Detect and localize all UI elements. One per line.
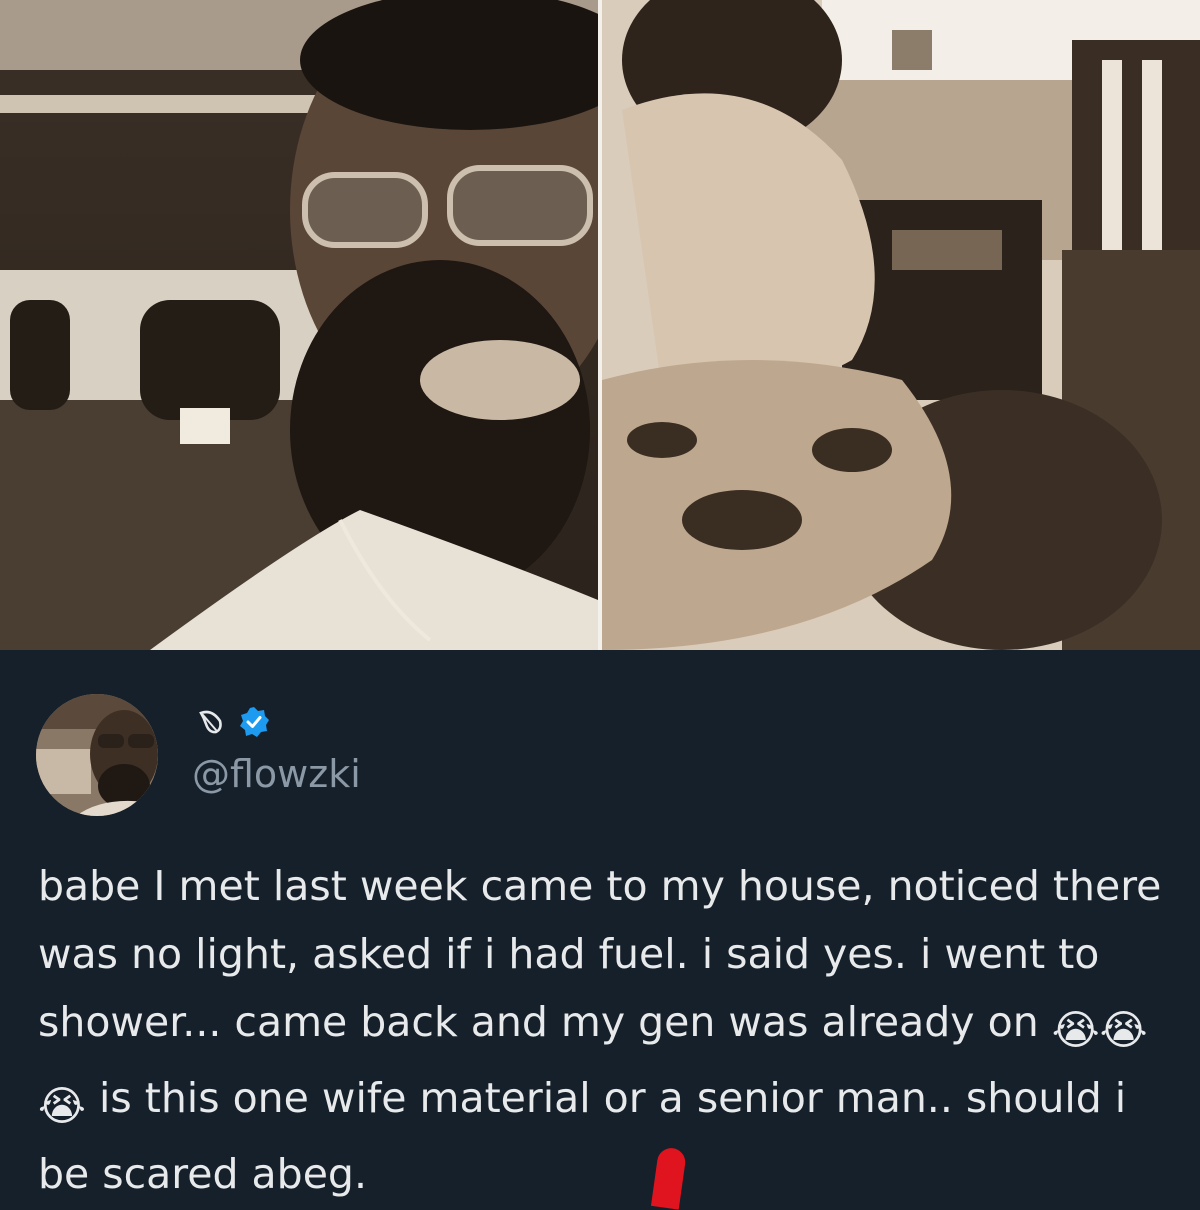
loudly-crying-emoji: 😭: [38, 1082, 86, 1130]
tweet-text-part-2: is this one wife material or a senior ma…: [38, 1074, 1127, 1198]
user-handle[interactable]: @flowzki: [192, 752, 361, 796]
photo-man-in-car[interactable]: [0, 0, 598, 650]
photo-woman-at-generator[interactable]: [602, 0, 1200, 650]
leaf-icon: [196, 707, 226, 741]
profile-avatar[interactable]: [36, 694, 158, 816]
verified-badge-icon[interactable]: [238, 706, 270, 742]
tweet-text-part-1: babe I met last week came to my house, n…: [38, 862, 1162, 1046]
photo-collage: [0, 0, 1200, 650]
tweet-text: babe I met last week came to my house, n…: [38, 852, 1178, 1208]
loudly-crying-emoji: 😭: [1099, 1006, 1148, 1054]
loudly-crying-emoji: 😭: [1051, 1006, 1100, 1054]
display-name-row[interactable]: [196, 704, 270, 744]
